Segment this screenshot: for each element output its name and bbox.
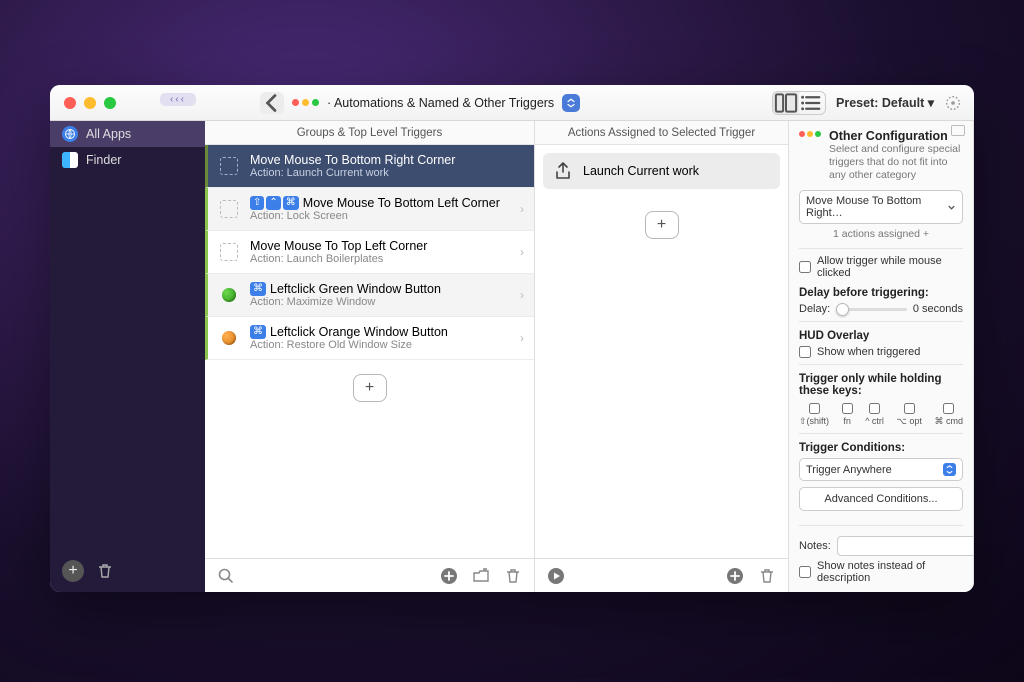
sidebar-toggle-button[interactable]: ‹‹‹ xyxy=(160,93,196,106)
folder-icon[interactable] xyxy=(470,565,492,587)
actions-header: Actions Assigned to Selected Trigger xyxy=(535,121,788,145)
preset-selector[interactable]: Preset: Default ▾ xyxy=(836,95,934,110)
mod-shift[interactable]: ⇧(shift) xyxy=(799,403,829,427)
modifier-badges: ⌘ xyxy=(250,325,266,339)
minimize-window-button[interactable] xyxy=(84,97,96,109)
green-button-icon xyxy=(218,284,240,306)
window-icon[interactable] xyxy=(951,125,965,136)
add-action-button[interactable]: + xyxy=(645,211,679,239)
mod-cmd[interactable]: ⌘ cmd xyxy=(934,403,963,427)
trigger-action: Action: Launch Current work xyxy=(250,167,524,179)
sidebar-item-label: All Apps xyxy=(86,127,131,141)
trigger-action: Action: Maximize Window xyxy=(250,296,510,308)
mods-section-label: Trigger only while holding these keys: xyxy=(799,373,963,397)
notes-label: Notes: xyxy=(799,540,831,552)
list-view-button[interactable] xyxy=(799,92,825,114)
config-title: Other Configuration xyxy=(829,129,963,143)
window-controls xyxy=(50,97,116,109)
action-row[interactable]: Launch Current work xyxy=(543,153,780,189)
chevron-right-icon: › xyxy=(520,245,524,259)
trigger-action: Action: Restore Old Window Size xyxy=(250,339,510,351)
add-circle-icon[interactable] xyxy=(724,565,746,587)
config-subtitle: Select and configure special triggers th… xyxy=(829,143,963,182)
trigger-title: Leftclick Green Window Button xyxy=(270,282,441,296)
modifier-keys-row: ⇧(shift) fn ^ ctrl ⌥ opt ⌘ cmd xyxy=(799,403,963,427)
trigger-row[interactable]: Move Mouse To Bottom Right Corner Action… xyxy=(205,145,534,188)
config-app-icon xyxy=(799,129,821,137)
breadcrumb-dropdown-button[interactable] xyxy=(562,94,580,112)
corner-icon xyxy=(218,241,240,263)
trigger-row[interactable]: ⌘ Leftclick Orange Window Button Action:… xyxy=(205,317,534,360)
modifier-badges: ⇧⌃⌘ xyxy=(250,196,299,210)
trigger-title: Leftclick Orange Window Button xyxy=(270,325,448,339)
mod-ctrl[interactable]: ^ ctrl xyxy=(865,403,884,427)
globe-icon xyxy=(62,126,78,142)
sidebar: All Apps Finder + xyxy=(50,121,205,592)
chevron-right-icon: › xyxy=(520,331,524,345)
action-label: Launch Current work xyxy=(583,164,699,178)
config-column: Other Configuration Select and configure… xyxy=(789,121,974,592)
advanced-conditions-button[interactable]: Advanced Conditions... xyxy=(799,487,963,511)
notes-input[interactable] xyxy=(837,536,973,556)
add-app-button[interactable]: + xyxy=(62,560,84,582)
show-notes-checkbox[interactable]: Show notes instead of description xyxy=(799,560,963,584)
trigger-title: Move Mouse To Top Left Corner xyxy=(250,239,510,253)
zoom-window-button[interactable] xyxy=(104,97,116,109)
sidebar-item-finder[interactable]: Finder xyxy=(50,147,205,173)
delay-section-label: Delay before triggering: xyxy=(799,287,963,299)
sidebar-item-all-apps[interactable]: All Apps xyxy=(50,121,205,147)
modifier-badges: ⌘ xyxy=(250,282,266,296)
orange-button-icon xyxy=(218,327,240,349)
triggers-header: Groups & Top Level Triggers xyxy=(205,121,534,145)
trigger-action: Action: Launch Boilerplates xyxy=(250,253,510,265)
chevron-right-icon: › xyxy=(520,288,524,302)
hud-checkbox[interactable]: Show when triggered xyxy=(799,346,963,358)
actions-column: Actions Assigned to Selected Trigger Lau… xyxy=(535,121,789,592)
finder-icon xyxy=(62,152,78,168)
play-icon[interactable] xyxy=(545,565,567,587)
allow-mouse-checkbox[interactable]: Allow trigger while mouse clicked xyxy=(799,255,963,279)
window-body: All Apps Finder + Groups & Top Level Tri… xyxy=(50,121,974,592)
actions-assigned-label[interactable]: 1 actions assigned + xyxy=(799,228,963,240)
mod-opt[interactable]: ⌥ opt xyxy=(897,403,922,427)
titlebar: ‹‹‹ · Automations & Named & Other Trigge… xyxy=(50,85,974,121)
triggers-column: Groups & Top Level Triggers Move Mouse T… xyxy=(205,121,535,592)
trigger-title: Move Mouse To Bottom Right Corner xyxy=(250,153,524,167)
trigger-title: Move Mouse To Bottom Left Corner xyxy=(303,196,500,210)
breadcrumb[interactable]: · Automations & Named & Other Triggers xyxy=(327,96,554,110)
app-window: ‹‹‹ · Automations & Named & Other Trigge… xyxy=(50,85,974,592)
corner-icon xyxy=(218,198,240,220)
trigger-row[interactable]: ⇧⌃⌘ Move Mouse To Bottom Left Corner Act… xyxy=(205,188,534,231)
settings-icon[interactable] xyxy=(944,94,962,112)
share-icon xyxy=(553,161,573,181)
trigger-row[interactable]: ⌘ Leftclick Green Window Button Action: … xyxy=(205,274,534,317)
column-view-button[interactable] xyxy=(773,92,799,114)
trigger-action: Action: Lock Screen xyxy=(250,210,510,222)
conditions-section-label: Trigger Conditions: xyxy=(799,442,963,454)
delay-slider[interactable] xyxy=(836,308,907,311)
add-trigger-button[interactable]: + xyxy=(353,374,387,402)
hud-section-label: HUD Overlay xyxy=(799,330,963,342)
trigger-type-selector[interactable]: Move Mouse To Bottom Right… xyxy=(799,190,963,224)
chevron-right-icon: › xyxy=(520,202,524,216)
trash-icon[interactable] xyxy=(502,565,524,587)
delete-app-button[interactable] xyxy=(94,560,116,582)
close-window-button[interactable] xyxy=(64,97,76,109)
sidebar-item-label: Finder xyxy=(86,153,121,167)
trash-icon[interactable] xyxy=(756,565,778,587)
add-circle-icon[interactable] xyxy=(438,565,460,587)
search-icon[interactable] xyxy=(215,565,237,587)
breadcrumb-app-icon xyxy=(292,99,319,106)
delay-label: Delay: xyxy=(799,303,830,315)
back-button[interactable] xyxy=(260,92,284,114)
mod-fn[interactable]: fn xyxy=(842,403,853,427)
conditions-selector[interactable]: Trigger Anywhere xyxy=(799,458,963,481)
trigger-row[interactable]: Move Mouse To Top Left Corner Action: La… xyxy=(205,231,534,274)
corner-icon xyxy=(218,155,240,177)
view-mode-toggle[interactable] xyxy=(772,91,826,115)
delay-value: 0 seconds xyxy=(913,303,963,315)
